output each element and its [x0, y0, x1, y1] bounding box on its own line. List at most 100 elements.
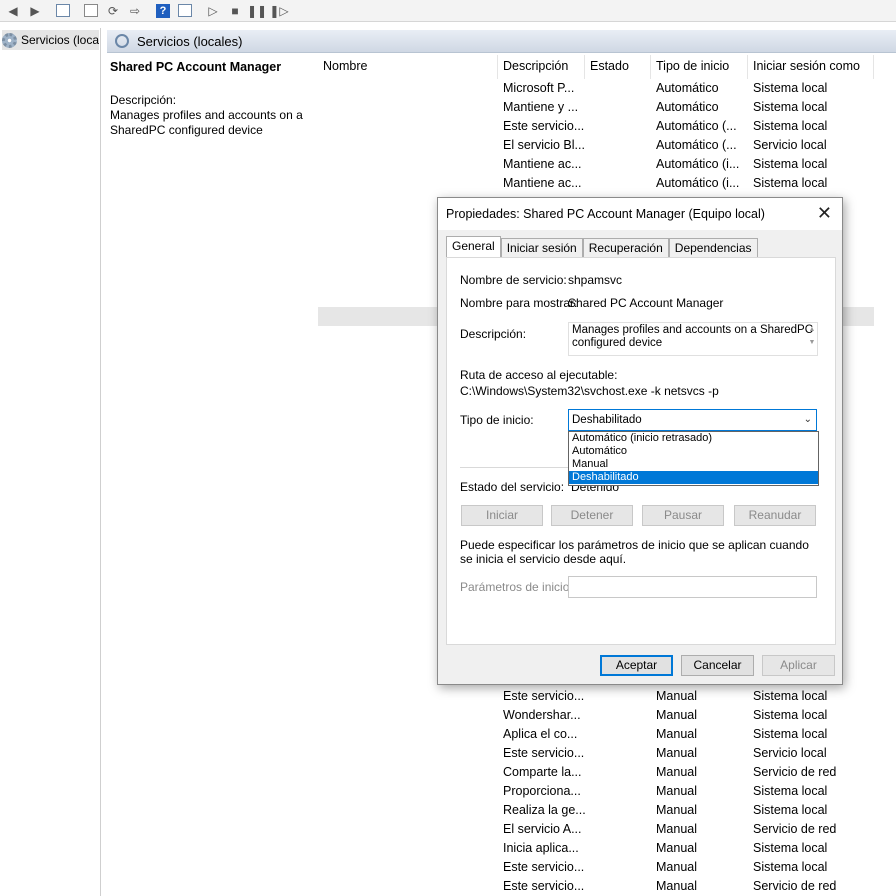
back-arrow-icon[interactable]: ◀	[2, 1, 24, 21]
column-header-name[interactable]: Nombre	[318, 55, 498, 79]
service-logon-cell: Servicio local	[753, 138, 827, 152]
service-logon-cell: Sistema local	[753, 841, 828, 855]
service-description-cell: Comparte la...	[503, 765, 582, 779]
startup-type-select[interactable]: Deshabilitado ⌄	[568, 409, 817, 431]
service-startup-cell: Manual	[656, 860, 697, 874]
close-icon[interactable]: ✕	[817, 204, 832, 222]
option-disabled[interactable]: Deshabilitado	[569, 471, 818, 484]
service-description-cell: Wondershar...	[503, 708, 581, 722]
table-row[interactable]: Google Update Servicio (gu...Mantiene ac…	[318, 155, 896, 174]
table-row[interactable]: Carpetas de trabajoEste servicio...Manua…	[318, 744, 896, 763]
toolbar: ◀ ▶ ⟳ ⇨ ? ▷ ■ ❚❚ ❚▷	[0, 0, 896, 22]
properties-icon[interactable]	[80, 1, 102, 21]
service-description-cell: Microsoft P...	[503, 81, 575, 95]
column-header-description[interactable]: Descripción	[498, 55, 585, 79]
table-row[interactable]: PCManager ServiceMicrosoft P...Automátic…	[318, 79, 896, 98]
ok-button[interactable]: Aceptar	[600, 655, 673, 676]
description-text: Manages profiles and accounts on a Share…	[110, 108, 303, 137]
table-row[interactable]: Servicio de compatibilidad ...El servici…	[318, 136, 896, 155]
params-input[interactable]	[568, 576, 817, 598]
header-title: Servicios (locales)	[137, 33, 243, 49]
description-value: Manages profiles and accounts on a Share…	[572, 324, 814, 349]
pause-button[interactable]: Pausar	[642, 505, 724, 526]
path-value: C:\Windows\System32\svchost.exe -k netsv…	[460, 384, 719, 398]
table-row[interactable]: Administración remota de ...El servicio …	[318, 820, 896, 839]
selected-service-name: Shared PC Account Manager	[110, 60, 282, 74]
service-description-cell: El servicio A...	[503, 822, 582, 836]
show-console-tree-icon[interactable]	[52, 1, 74, 21]
forward-arrow-icon[interactable]: ▶	[24, 1, 46, 21]
description-label: Descripción:	[110, 93, 177, 107]
option-automatic[interactable]: Automático	[569, 445, 818, 458]
table-row[interactable]: Wondershare Driver Install S...Wondersha…	[318, 706, 896, 725]
tab-dependencies[interactable]: Dependencias	[668, 238, 758, 258]
service-startup-cell: Automático (i...	[656, 176, 740, 190]
extended-pane: Shared PC Account Manager Descripción: M…	[107, 55, 312, 896]
option-manual[interactable]: Manual	[569, 458, 818, 471]
service-description-cell: Proporciona...	[503, 784, 581, 798]
column-headers: Nombre Descripción Estado Tipo de inicio…	[318, 55, 896, 79]
apply-button[interactable]: Aplicar	[762, 655, 835, 676]
chevron-down-icon: ⌄	[803, 414, 812, 425]
services-gear-icon	[2, 32, 17, 48]
magnifier-icon	[115, 34, 129, 48]
service-logon-cell: Sistema local	[753, 860, 828, 874]
table-row[interactable]: Servicio de Actualización de...Mantiene …	[318, 174, 896, 193]
service-startup-cell: Manual	[656, 765, 697, 779]
startup-type-selected: Deshabilitado	[572, 414, 642, 426]
service-logon-cell: Servicio de red	[753, 822, 837, 836]
column-header-startup-type[interactable]: Tipo de inicio	[651, 55, 748, 79]
resume-button[interactable]: Reanudar	[734, 505, 816, 526]
console-tree: Servicios (locales)	[0, 28, 101, 896]
table-row[interactable]: Adaptador de rendimiento ...Proporciona.…	[318, 782, 896, 801]
table-row[interactable]: Ayuda del Panel de control ...Este servi…	[318, 858, 896, 877]
service-logon-cell: Sistema local	[753, 689, 828, 703]
table-row[interactable]: Eventos de adquisición de i...Inicia apl…	[318, 839, 896, 858]
resume-icon[interactable]: ❚▷	[268, 1, 290, 21]
table-row[interactable]: Servicio de uso compartido ...Comparte l…	[318, 763, 896, 782]
stop-icon[interactable]: ■	[224, 1, 246, 21]
table-row[interactable]: Recopilador de eventos de ...Este servic…	[318, 877, 896, 896]
start-button[interactable]: Iniciar	[461, 505, 543, 526]
service-logon-cell: Sistema local	[753, 708, 828, 722]
startup-type-dropdown: Automático (inicio retrasado) Automático…	[568, 431, 819, 486]
tree-item-services[interactable]: Servicios (locales)	[2, 30, 99, 50]
column-header-logon-as[interactable]: Iniciar sesión como	[748, 55, 874, 79]
pause-icon[interactable]: ❚❚	[246, 1, 268, 21]
service-startup-cell: Manual	[656, 803, 697, 817]
service-logon-cell: Sistema local	[753, 176, 828, 190]
export-icon[interactable]: ⇨	[124, 1, 146, 21]
service-startup-cell: Manual	[656, 841, 697, 855]
tab-recovery[interactable]: Recuperación	[582, 238, 669, 258]
service-name-value: shpamsvc	[568, 273, 623, 287]
table-row[interactable]: Configuración automática ...Este servici…	[318, 687, 896, 706]
dialog-title: Propiedades: Shared PC Account Manager (…	[446, 207, 765, 221]
option-automatic-delayed[interactable]: Automático (inicio retrasado)	[569, 432, 818, 445]
tab-general[interactable]: General	[446, 236, 501, 258]
service-logon-cell: Servicio de red	[753, 879, 837, 893]
table-row[interactable]: Cliente de directiva de grupoEste servic…	[318, 117, 896, 136]
help-icon[interactable]: ?	[152, 1, 174, 21]
table-row[interactable]: SysMainMantiene y ...AutomáticoSistema l…	[318, 98, 896, 117]
service-startup-cell: Manual	[656, 689, 697, 703]
service-description-cell: Mantiene ac...	[503, 176, 582, 190]
description-box[interactable]: Manages profiles and accounts on a Share…	[568, 322, 818, 356]
tab-logon[interactable]: Iniciar sesión	[500, 238, 583, 258]
service-description-cell: Mantiene ac...	[503, 157, 582, 171]
service-startup-cell: Manual	[656, 727, 697, 741]
table-row[interactable]: Servicio de administración ...Realiza la…	[318, 801, 896, 820]
table-row[interactable]: Control parentalAplica el co...ManualSis…	[318, 725, 896, 744]
description-scrollbar[interactable]: ▲ ▼	[807, 323, 817, 355]
service-description-cell: El servicio Bl...	[503, 138, 585, 152]
dialog-tabs: General Iniciar sesión Recuperación Depe…	[446, 236, 758, 258]
play-icon[interactable]: ▷	[202, 1, 224, 21]
service-logon-cell: Sistema local	[753, 119, 828, 133]
startup-type-label: Tipo de inicio:	[460, 413, 534, 427]
service-startup-cell: Automático (...	[656, 119, 737, 133]
dialog-titlebar: Propiedades: Shared PC Account Manager (…	[438, 198, 842, 230]
action-pane-icon[interactable]	[174, 1, 196, 21]
stop-button[interactable]: Detener	[551, 505, 633, 526]
cancel-button[interactable]: Cancelar	[681, 655, 754, 676]
service-logon-cell: Sistema local	[753, 784, 828, 798]
refresh-icon[interactable]: ⟳	[102, 1, 124, 21]
